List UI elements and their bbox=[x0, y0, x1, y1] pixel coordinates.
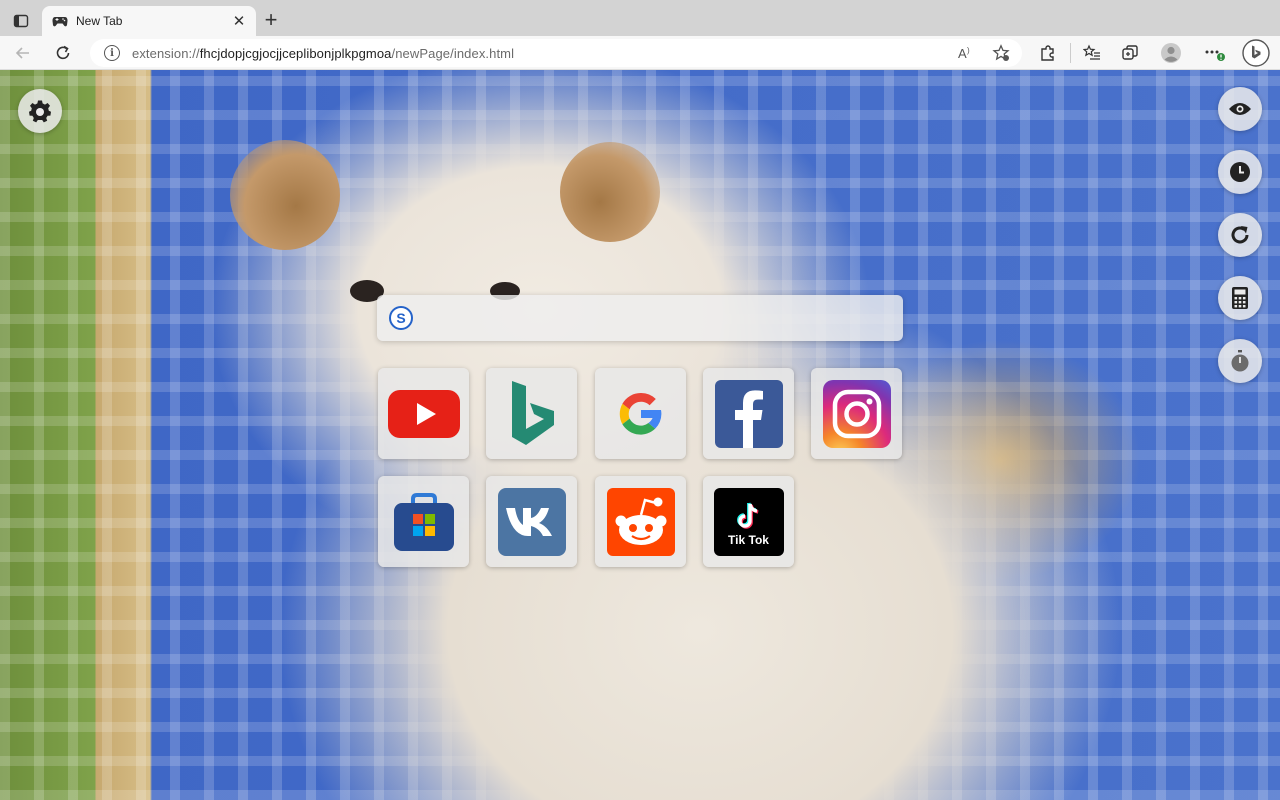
tab-close-button[interactable]: ✕ bbox=[228, 10, 250, 32]
address-bar[interactable]: i extension://fhcjdopjcgjocjjceplibonjpl… bbox=[90, 39, 1022, 67]
stopwatch-icon bbox=[1231, 350, 1249, 372]
calculator-button[interactable] bbox=[1218, 276, 1262, 320]
shortcut-vk[interactable] bbox=[486, 476, 577, 567]
search-engine-icon[interactable]: S bbox=[389, 306, 413, 330]
more-dots-icon bbox=[1205, 50, 1225, 61]
bing-logo-icon bbox=[511, 380, 554, 445]
refresh-button[interactable] bbox=[50, 40, 76, 66]
toolbar-divider bbox=[1070, 43, 1071, 63]
favorites-list-icon bbox=[1083, 44, 1100, 60]
svg-text:A: A bbox=[958, 46, 967, 61]
back-arrow-icon bbox=[15, 47, 29, 59]
tab-title: New Tab bbox=[76, 14, 123, 28]
vk-icon bbox=[497, 487, 566, 556]
facebook-icon bbox=[714, 379, 783, 448]
extensions-button[interactable] bbox=[1036, 41, 1060, 65]
tiktok-label: Tik Tok bbox=[728, 532, 769, 547]
tab-actions-icon bbox=[13, 14, 29, 28]
background-puppy-ear bbox=[560, 142, 660, 242]
search-bar[interactable]: S bbox=[377, 295, 903, 341]
refresh-icon bbox=[1231, 226, 1249, 244]
instagram-icon bbox=[822, 379, 891, 448]
bing-chat-button[interactable] bbox=[1241, 38, 1271, 68]
puzzle-icon bbox=[1041, 45, 1054, 61]
search-input[interactable] bbox=[423, 295, 903, 341]
profile-button[interactable] bbox=[1159, 41, 1183, 65]
read-aloud-icon[interactable]: A) bbox=[956, 42, 978, 64]
shortcut-google[interactable] bbox=[595, 368, 686, 459]
settings-button[interactable] bbox=[18, 89, 62, 133]
calculator-icon bbox=[1232, 287, 1248, 309]
address-url[interactable]: extension://fhcjdopjcgjocjjceplibonjplkp… bbox=[132, 46, 514, 61]
youtube-icon bbox=[387, 389, 460, 438]
gamepad-icon bbox=[52, 13, 68, 29]
timer-button[interactable] bbox=[1218, 339, 1262, 383]
address-bar-actions: A) bbox=[956, 42, 1012, 64]
tab-strip: New Tab ✕ + bbox=[0, 0, 1280, 36]
favorites-button[interactable] bbox=[1080, 41, 1104, 65]
refresh-background-button[interactable] bbox=[1218, 213, 1262, 257]
toggle-visibility-button[interactable] bbox=[1218, 87, 1262, 131]
site-info-icon[interactable]: i bbox=[104, 45, 120, 61]
tab-new-tab[interactable]: New Tab ✕ bbox=[42, 6, 256, 36]
google-icon bbox=[619, 392, 661, 435]
avatar-icon bbox=[1161, 43, 1181, 63]
tab-actions-button[interactable] bbox=[8, 8, 34, 34]
shortcut-microsoft-store[interactable] bbox=[378, 476, 469, 567]
tiktok-icon: Tik Tok bbox=[713, 487, 784, 556]
shortcut-facebook[interactable] bbox=[703, 368, 794, 459]
collections-icon bbox=[1122, 45, 1138, 60]
reddit-icon bbox=[606, 487, 675, 556]
gear-icon bbox=[29, 100, 51, 123]
browser-toolbar: i extension://fhcjdopjcgjocjjceplibonjpl… bbox=[0, 36, 1280, 70]
settings-and-more-button[interactable] bbox=[1203, 41, 1227, 65]
new-tab-button[interactable]: + bbox=[260, 9, 282, 31]
collections-button[interactable] bbox=[1118, 41, 1142, 65]
shortcut-instagram[interactable] bbox=[811, 368, 902, 459]
bing-icon bbox=[1242, 39, 1270, 67]
shortcut-tiktok[interactable]: Tik Tok bbox=[703, 476, 794, 567]
shortcut-youtube[interactable] bbox=[378, 368, 469, 459]
background-puppy-ear bbox=[230, 140, 340, 250]
add-favorite-icon[interactable] bbox=[990, 42, 1012, 64]
new-tab-page: S Tik Tok bbox=[0, 70, 1280, 800]
svg-text:): ) bbox=[967, 46, 970, 55]
back-button[interactable] bbox=[10, 40, 36, 66]
eye-icon bbox=[1229, 103, 1251, 115]
shortcut-bing[interactable] bbox=[486, 368, 577, 459]
shortcut-reddit[interactable] bbox=[595, 476, 686, 567]
clock-button[interactable] bbox=[1218, 150, 1262, 194]
store-bag-icon bbox=[393, 492, 454, 551]
clock-icon bbox=[1230, 162, 1250, 182]
reload-icon bbox=[56, 45, 70, 60]
